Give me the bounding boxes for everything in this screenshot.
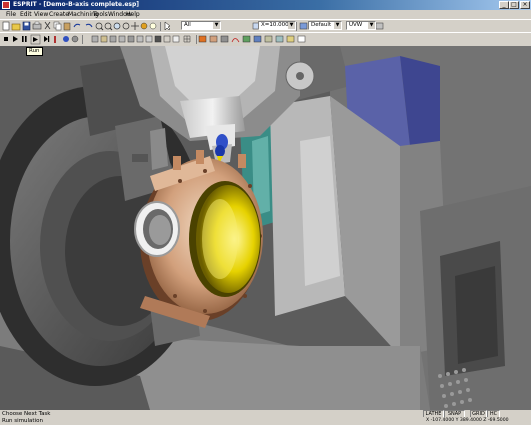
rotate-icon[interactable] [140, 22, 148, 30]
window-title: ESPRIT - [Demo-B-axis complete.esp] [13, 1, 140, 8]
run-tooltip: Run [26, 47, 43, 56]
view-iso-icon[interactable] [91, 35, 99, 43]
undo-icon[interactable] [73, 23, 81, 28]
close-button[interactable]: × [520, 1, 530, 9]
open-folder-icon[interactable] [11, 23, 21, 31]
hidden-line-icon[interactable] [172, 35, 180, 43]
layer-select-value: All [184, 22, 191, 28]
chevron-down-icon: ▼ [368, 22, 375, 29]
play-icon[interactable] [13, 36, 18, 42]
menu-tools[interactable]: Tools [93, 11, 108, 18]
pause-icon[interactable] [22, 36, 27, 42]
feature-icon[interactable] [253, 35, 262, 43]
simulation-toolbar [0, 32, 531, 46]
menu-edit[interactable]: Edit [20, 11, 32, 18]
info-icon[interactable] [63, 36, 69, 42]
menu-bar: File Edit View Create Machining Tools Wi… [0, 10, 531, 19]
graphics-viewport[interactable]: Run [0, 46, 531, 410]
work-plane-icon[interactable] [299, 22, 308, 30]
status-bar-bottom: Run simulation X -107.4000 Y 389.4000 Z … [0, 417, 531, 425]
zoom-out-icon[interactable] [104, 22, 113, 31]
cut-icon[interactable] [44, 21, 51, 30]
cross-bore [134, 201, 180, 257]
status-message: Run simulation [2, 418, 43, 424]
menu-create[interactable]: Create [49, 11, 69, 18]
stock-icon[interactable] [209, 35, 218, 43]
redo-icon[interactable] [85, 23, 93, 28]
shaded-icon[interactable] [154, 35, 162, 43]
fixture-icon[interactable] [220, 35, 229, 43]
maximize-button[interactable]: □ [509, 1, 519, 9]
simulation-toolbar-icons [4, 34, 306, 45]
title-bar: ESPRIT - [Demo-B-axis complete.esp] _ □ … [0, 0, 531, 10]
zoom-fit-icon[interactable] [122, 22, 130, 30]
measure-icon[interactable] [286, 35, 295, 43]
view-bottom-icon[interactable] [136, 35, 144, 43]
zoom-window-icon[interactable] [113, 22, 121, 30]
machine-icon[interactable] [198, 35, 207, 43]
minimize-button[interactable]: _ [499, 1, 509, 9]
solid-icon[interactable] [264, 35, 273, 43]
style-select[interactable]: Default ▼ [308, 21, 342, 30]
nc-code-icon[interactable] [297, 35, 306, 43]
view-back-icon[interactable] [145, 35, 153, 43]
view-right-icon[interactable] [118, 35, 126, 43]
view-select[interactable]: UVW ▼ [346, 21, 376, 30]
style-select-value: Default [311, 22, 332, 28]
select-pointer-icon[interactable] [164, 21, 171, 31]
stop-icon[interactable] [4, 37, 8, 41]
right-cabinet [420, 186, 531, 410]
operation-icon[interactable] [242, 35, 251, 43]
new-file-icon[interactable] [2, 21, 10, 31]
chevron-down-icon: ▼ [288, 22, 295, 29]
machining-scene [0, 46, 531, 410]
menu-help[interactable]: Help [126, 11, 140, 18]
help-icon[interactable] [149, 22, 157, 30]
view-left-icon[interactable] [127, 35, 135, 43]
layer-select[interactable]: All ▼ [181, 21, 221, 30]
chevron-down-icon: ▼ [334, 22, 341, 29]
paste-icon[interactable] [63, 22, 71, 31]
menu-view[interactable]: View [34, 11, 48, 18]
menu-file[interactable]: File [6, 11, 16, 18]
toolpath-icon[interactable] [231, 38, 240, 43]
status-coordinates: X -107.4000 Y 389.4000 Z -69.5000 [426, 418, 509, 423]
print-icon[interactable] [32, 21, 42, 30]
chevron-down-icon: ▼ [213, 22, 220, 29]
bore-surface [189, 181, 261, 297]
zoom-in-icon[interactable] [95, 22, 104, 31]
view-front-icon[interactable] [109, 35, 117, 43]
view-top-icon[interactable] [100, 35, 108, 43]
wireframe-icon[interactable] [163, 35, 171, 43]
pan-icon[interactable] [131, 22, 139, 30]
copy-icon[interactable] [53, 21, 62, 31]
step-forward-icon[interactable] [44, 36, 50, 42]
surface-icon[interactable] [275, 35, 284, 43]
app-icon [2, 1, 10, 9]
save-icon[interactable] [22, 21, 31, 31]
grid-icon[interactable] [183, 35, 191, 43]
run-simulation-icon[interactable] [30, 34, 41, 45]
main-toolbar: All ▼ X=10.000 C ▼ Default ▼ UVW ▼ [0, 19, 531, 32]
display-icon[interactable] [375, 22, 384, 30]
view-select-value: UVW [349, 22, 363, 28]
settings-icon[interactable] [71, 35, 79, 43]
coordinate-select[interactable]: X=10.000 C ▼ [258, 21, 296, 30]
